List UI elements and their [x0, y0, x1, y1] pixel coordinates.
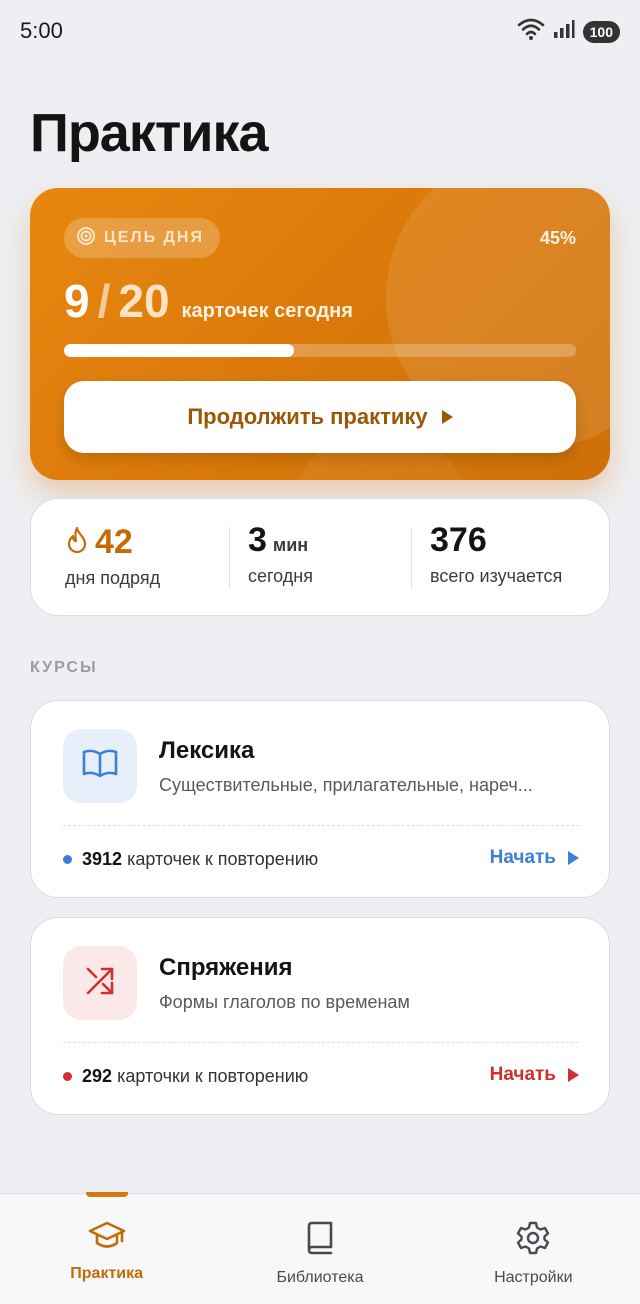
course-card-lexicon[interactable]: Лексика Существительные, прилагательные,…	[30, 700, 610, 898]
play-icon	[568, 1068, 579, 1082]
time-unit: мин	[272, 535, 309, 555]
start-button[interactable]: Начать	[490, 1064, 579, 1086]
streak-value: 42	[95, 523, 133, 561]
book-open-icon	[81, 747, 119, 786]
battery-indicator: 100	[582, 20, 620, 43]
goal-slash: /	[97, 275, 111, 327]
graduation-cap-icon	[88, 1220, 126, 1257]
start-button[interactable]: Начать	[490, 847, 579, 869]
course-card-conjugations[interactable]: Спряжения Формы глаголов по временам 292…	[30, 917, 610, 1115]
play-icon	[441, 410, 453, 424]
divider	[63, 1042, 579, 1043]
page-title: Практика	[30, 103, 269, 163]
due-label: карточки к повторению	[117, 1066, 309, 1086]
signal-icon	[553, 19, 575, 44]
course-subtitle: Формы глаголов по временам	[159, 992, 410, 1012]
goal-done-count: 9	[64, 275, 90, 327]
due-label: карточек к повторению	[127, 849, 319, 869]
course-due: 292 карточки к повторению	[63, 1066, 308, 1087]
stat-streak: 42 дня подряд	[31, 499, 229, 615]
start-label: Начать	[489, 847, 556, 868]
bottom-navigation: Практика Библиотека Настройки	[0, 1192, 640, 1304]
time-label: сегодня	[248, 566, 313, 586]
nav-label: Настройки	[494, 1269, 573, 1286]
play-icon	[568, 851, 579, 865]
total-value: 376	[430, 521, 487, 559]
course-due: 3912 карточек к повторению	[63, 849, 318, 870]
status-time: 5:00	[20, 18, 63, 43]
book-icon	[304, 1220, 336, 1261]
stat-total: 376 всего изучается	[411, 521, 609, 589]
stat-time: 3 мин сегодня	[229, 521, 411, 589]
stats-card: 42 дня подряд 3 мин сегодня 376 всего из…	[30, 498, 610, 616]
goal-chip-label: ЦЕЛЬ ДНЯ	[104, 229, 204, 246]
active-indicator	[85, 1192, 128, 1197]
status-dot	[63, 1072, 72, 1081]
due-count: 292	[82, 1066, 113, 1086]
start-label: Начать	[489, 1064, 556, 1085]
continue-practice-button[interactable]: Продолжить практику	[64, 381, 576, 453]
goal-progress-text: 9 / 20 карточек сегодня	[64, 274, 353, 328]
time-value: 3	[248, 521, 267, 559]
due-count: 3912	[82, 849, 123, 869]
nav-label: Практика	[70, 1265, 144, 1282]
goal-progress-bar	[64, 344, 576, 357]
divider	[63, 825, 579, 826]
wifi-icon	[517, 17, 545, 46]
shuffle-icon	[82, 963, 118, 1004]
goal-unit-label: карточек сегодня	[181, 300, 353, 322]
daily-goal-card: ЦЕЛЬ ДНЯ 45% 9 / 20 карточек сегодня Про…	[30, 188, 610, 480]
course-title: Спряжения	[159, 954, 293, 981]
goal-percent: 45%	[539, 228, 576, 248]
nav-label: Библиотека	[276, 1269, 364, 1286]
status-bar: 5:00 100	[0, 0, 640, 62]
total-label: всего изучается	[430, 566, 563, 586]
goal-progress-fill	[64, 344, 295, 357]
course-icon-box	[63, 946, 137, 1020]
gear-icon	[515, 1220, 551, 1261]
target-icon	[76, 226, 96, 251]
status-dot	[63, 855, 72, 864]
nav-item-library[interactable]: Библиотека	[213, 1194, 426, 1304]
courses-section-label: КУРСЫ	[30, 659, 98, 676]
course-icon-box	[63, 729, 137, 803]
continue-practice-label: Продолжить практику	[187, 404, 428, 429]
course-subtitle: Существительные, прилагательные, нареч..…	[159, 775, 533, 795]
goal-chip: ЦЕЛЬ ДНЯ	[64, 218, 220, 258]
flame-icon	[65, 526, 89, 559]
nav-item-settings[interactable]: Настройки	[427, 1194, 640, 1304]
status-icons: 100	[517, 17, 620, 46]
goal-total-count: 20	[118, 275, 170, 327]
nav-item-practice[interactable]: Практика	[0, 1192, 213, 1304]
streak-label: дня подряд	[65, 568, 161, 588]
course-title: Лексика	[159, 737, 255, 764]
